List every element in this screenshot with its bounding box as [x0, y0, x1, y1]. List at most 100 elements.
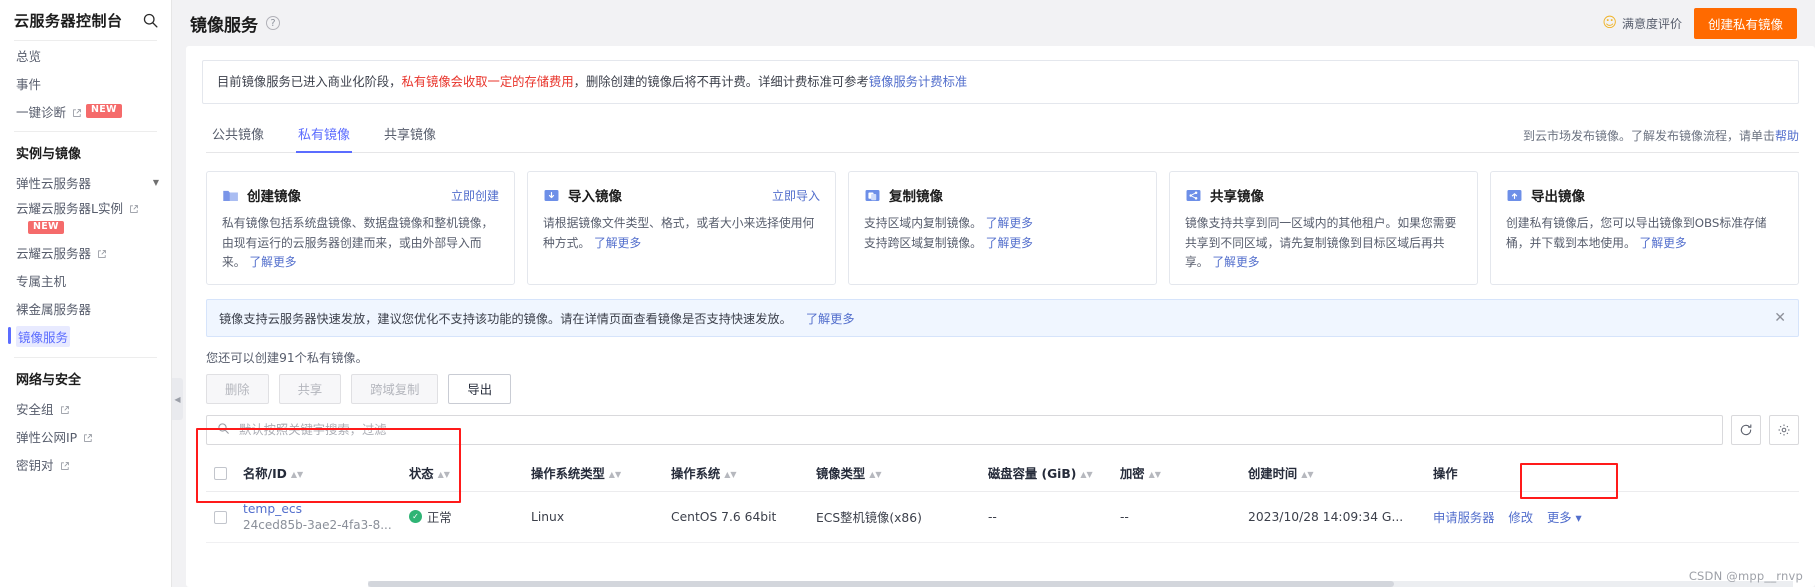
- td-name-id: temp_ecs 24ced85b-3ae2-4fa3-8...: [235, 491, 401, 543]
- cross-region-copy-button[interactable]: 跨域复制: [351, 373, 439, 404]
- table-toolbar: 删除 共享 跨域复制 导出: [206, 373, 1799, 404]
- th-image-type[interactable]: 镜像类型 ▲▼: [808, 454, 980, 492]
- th-created-at[interactable]: 创建时间 ▲▼: [1240, 454, 1425, 492]
- content-card: 目前镜像服务已进入商业化阶段，私有镜像会收取一定的存储费用，删除创建的镜像后将不…: [186, 46, 1815, 587]
- external-link-icon: [97, 247, 107, 259]
- sidebar-item-ecs[interactable]: 弹性云服务器 ▼: [0, 168, 171, 196]
- check-circle-icon: ✓: [409, 510, 422, 524]
- infobar-text: 镜像支持云服务器快速发放，建议您优化不支持该功能的镜像。请在详情页面查看镜像是否…: [219, 311, 792, 326]
- sidebar-collapse-handle[interactable]: ◀: [172, 378, 183, 420]
- th-label: 创建时间: [1248, 466, 1298, 481]
- modify-link[interactable]: 修改: [1508, 511, 1533, 525]
- sidebar-item-label: 云耀云服务器: [16, 245, 92, 261]
- tab-private-images[interactable]: 私有镜像: [296, 120, 353, 154]
- external-link-icon: [60, 403, 70, 415]
- card-description: 支持区域内复制镜像。 了解更多 支持跨区域复制镜像。 了解更多: [864, 214, 1141, 252]
- external-link-icon: [129, 202, 139, 213]
- card-description: 请根据镜像文件类型、格式，或者大小来选择使用何种方式。 了解更多: [543, 214, 820, 252]
- sort-icon[interactable]: ▲▼: [1301, 470, 1313, 479]
- card-learn-more-link[interactable]: 了解更多: [986, 216, 1033, 230]
- sidebar-item-events[interactable]: 事件: [0, 69, 171, 97]
- card-action-create-now[interactable]: 立即创建: [451, 187, 499, 204]
- card-import-image[interactable]: 导入镜像 立即导入 请根据镜像文件类型、格式，或者大小来选择使用何种方式。 了解…: [527, 171, 836, 285]
- status-label: 正常: [427, 510, 452, 525]
- sort-icon[interactable]: ▲▼: [724, 470, 736, 479]
- sidebar-item-image-service[interactable]: 镜像服务: [0, 322, 171, 350]
- th-label: 操作: [1433, 466, 1458, 481]
- page-header-right: ☺ 满意度评价 创建私有镜像: [1602, 7, 1797, 39]
- horizontal-scrollbar[interactable]: [368, 581, 1793, 587]
- marketplace-help-link[interactable]: 帮助: [1775, 129, 1799, 143]
- tab-public-images[interactable]: 公共镜像: [210, 120, 266, 152]
- sidebar-item-keypair[interactable]: 密钥对: [0, 450, 171, 478]
- table-head: 名称/ID ▲▼ 状态 ▲▼ 操作系统类型 ▲▼ 操作系统 ▲▼ 镜像类型 ▲▼…: [206, 454, 1799, 492]
- sort-icon[interactable]: ▲▼: [1149, 470, 1161, 479]
- sort-icon[interactable]: ▲▼: [609, 470, 621, 479]
- sort-icon[interactable]: ▲▼: [1080, 470, 1092, 479]
- sidebar-item-label: 镜像服务: [16, 325, 71, 347]
- card-export-image[interactable]: 导出镜像 创建私有镜像后，您可以导出镜像到OBS标准存储桶，并下载到本地使用。 …: [1490, 171, 1799, 285]
- quota-text: 您还可以创建91个私有镜像。: [206, 350, 368, 365]
- image-name-link[interactable]: temp_ecs: [243, 502, 393, 516]
- close-icon[interactable]: ✕: [1774, 311, 1786, 325]
- sidebar-item-bare-metal[interactable]: 裸金属服务器: [0, 294, 171, 322]
- sidebar-item-eip[interactable]: 弹性公网IP: [0, 422, 171, 450]
- more-link[interactable]: 更多 ▾: [1547, 511, 1582, 525]
- th-encrypted[interactable]: 加密 ▲▼: [1112, 454, 1240, 492]
- card-header: 导入镜像 立即导入: [543, 185, 820, 205]
- th-disk-capacity[interactable]: 磁盘容量 (GiB) ▲▼: [980, 454, 1112, 492]
- th-os[interactable]: 操作系统 ▲▼: [663, 454, 808, 492]
- card-copy-image[interactable]: 复制镜像 支持区域内复制镜像。 了解更多 支持跨区域复制镜像。 了解更多: [848, 171, 1157, 285]
- help-circle-icon[interactable]: ?: [266, 16, 280, 30]
- sidebar-item-dedicated-host[interactable]: 专属主机: [0, 266, 171, 294]
- td-disk-capacity: --: [980, 491, 1112, 543]
- card-create-image[interactable]: 创建镜像 立即创建 私有镜像包括系统盘镜像、数据盘镜像和整机镜像，由现有运行的云…: [206, 171, 515, 285]
- sidebar-item-flexus-l[interactable]: 云耀云服务器L实例 NEW: [0, 196, 171, 238]
- delete-button[interactable]: 删除: [206, 373, 269, 404]
- card-share-image[interactable]: 共享镜像 镜像支持共享到同一区域内的其他租户。如果您需要共享到不同区域，请先复制…: [1169, 171, 1478, 285]
- refresh-icon[interactable]: [1731, 414, 1761, 445]
- sidebar-item-security-group[interactable]: 安全组: [0, 394, 171, 422]
- card-learn-more-link[interactable]: 了解更多: [249, 255, 296, 269]
- sidebar-item-overview[interactable]: 总览: [0, 41, 171, 69]
- search-input[interactable]: [237, 421, 1712, 438]
- table-body: temp_ecs 24ced85b-3ae2-4fa3-8... ✓ 正常 Li…: [206, 491, 1799, 543]
- card-description-text-2: 支持跨区域复制镜像。: [864, 235, 982, 250]
- card-learn-more-link[interactable]: 了解更多: [1640, 236, 1687, 250]
- create-private-image-button[interactable]: 创建私有镜像: [1693, 7, 1797, 39]
- card-learn-more-link[interactable]: 了解更多: [594, 236, 641, 250]
- search-icon[interactable]: [142, 12, 159, 29]
- infobar-learn-more-link[interactable]: 了解更多: [806, 309, 855, 327]
- th-name-id[interactable]: 名称/ID ▲▼: [235, 454, 401, 492]
- card-learn-more-link-2[interactable]: 了解更多: [986, 236, 1033, 250]
- gear-icon[interactable]: [1769, 414, 1799, 445]
- folder-create-icon: [222, 187, 239, 204]
- feature-cards: 创建镜像 立即创建 私有镜像包括系统盘镜像、数据盘镜像和整机镜像，由现有运行的云…: [206, 171, 1799, 285]
- scrollbar-thumb[interactable]: [368, 581, 1394, 587]
- th-label: 操作系统: [671, 466, 721, 481]
- card-action-import-now[interactable]: 立即导入: [772, 187, 820, 204]
- row-checkbox[interactable]: [214, 510, 227, 524]
- sort-icon[interactable]: ▲▼: [869, 470, 881, 479]
- sort-icon[interactable]: ▲▼: [438, 470, 450, 479]
- tab-shared-images[interactable]: 共享镜像: [382, 120, 438, 152]
- apply-server-link[interactable]: 申请服务器: [1433, 511, 1495, 525]
- share-button[interactable]: 共享: [278, 373, 342, 404]
- notice-text-2: ，删除创建的镜像后将不再计费。详细计费标准可参考: [573, 75, 869, 89]
- sidebar-item-flexus[interactable]: 云耀云服务器: [0, 238, 171, 266]
- main-area: 镜像服务 ? ☺ 满意度评价 创建私有镜像 目前镜像服务已进入商业化阶段，私有镜…: [172, 0, 1815, 587]
- sidebar-group-instances: 实例与镜像: [16, 147, 82, 162]
- export-button[interactable]: 导出: [448, 373, 512, 404]
- search-box[interactable]: [206, 414, 1723, 445]
- sort-icon[interactable]: ▲▼: [291, 470, 303, 479]
- notice-link[interactable]: 镜像服务计费标准: [869, 75, 967, 89]
- th-status[interactable]: 状态 ▲▼: [401, 454, 523, 492]
- card-learn-more-link[interactable]: 了解更多: [1212, 255, 1259, 269]
- select-all-checkbox[interactable]: [214, 466, 227, 480]
- th-label: 磁盘容量 (GiB): [988, 466, 1077, 481]
- satisfaction-rating-button[interactable]: ☺ 满意度评价: [1602, 15, 1682, 32]
- sidebar-item-flexus-l-row[interactable]: 云耀云服务器L实例: [0, 196, 171, 218]
- th-os-type[interactable]: 操作系统类型 ▲▼: [523, 454, 663, 492]
- sidebar-item-label: 一键诊断: [16, 104, 67, 120]
- sidebar-item-diagnosis[interactable]: 一键诊断 NEW: [0, 97, 171, 125]
